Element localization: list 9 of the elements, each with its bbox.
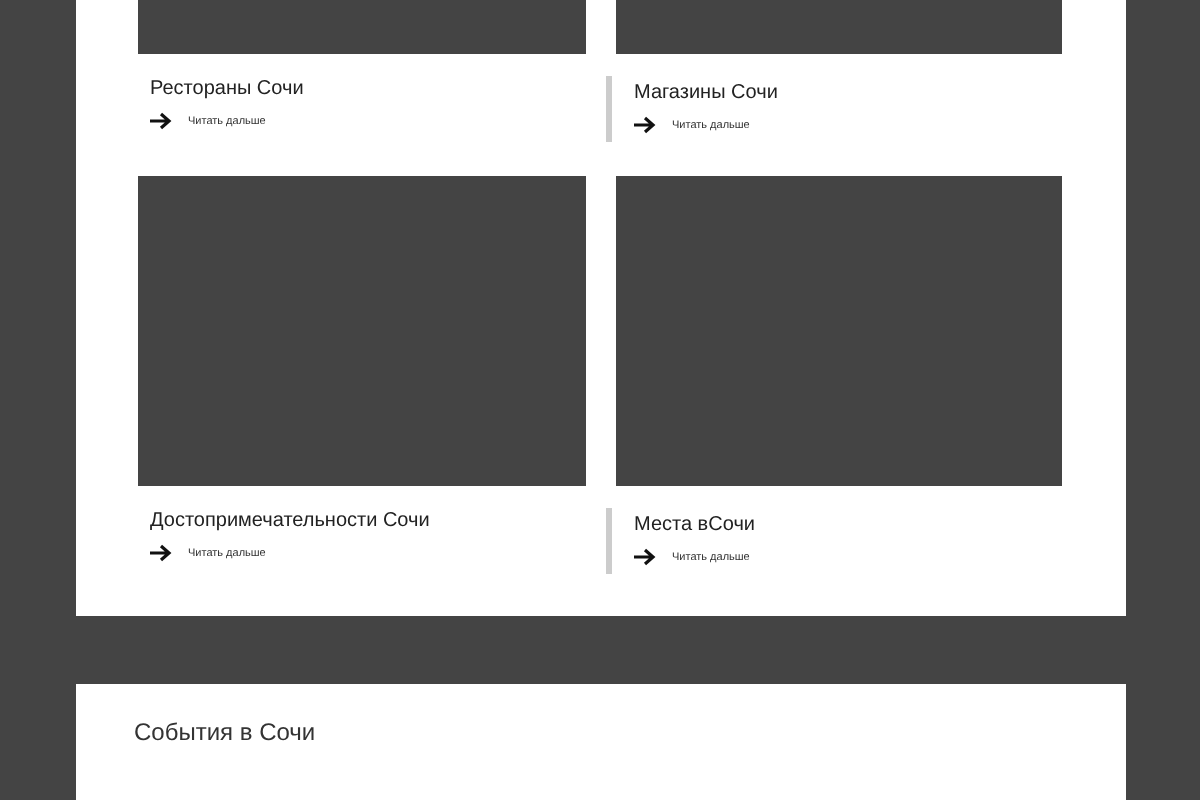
card-title: Рестораны Сочи [150,76,306,102]
section-title: События в Сочи [134,718,316,746]
arrow-icon [150,544,172,562]
card-title: Магазины Сочи [634,80,780,106]
card-title: Достопримечательности Сочи [150,508,432,534]
arrow-icon [150,112,172,130]
arrow-icon [634,548,656,566]
card-title: Места вСочи [634,512,757,538]
arrow-icon [634,116,656,134]
